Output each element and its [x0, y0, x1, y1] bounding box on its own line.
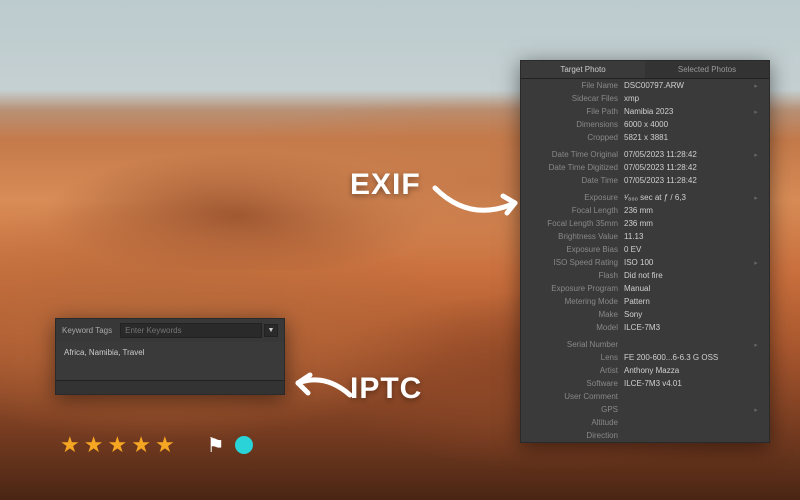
row-gps: GPS▸: [521, 403, 769, 416]
row-cropped: Cropped5821 x 3881: [521, 131, 769, 144]
row-comment: User Comment: [521, 390, 769, 403]
row-metering: Metering ModePattern: [521, 295, 769, 308]
row-date-digitized: Date Time Digitized07/05/2023 11:28:42: [521, 161, 769, 174]
disclosure-icon[interactable]: ▸: [751, 82, 761, 90]
disclosure-icon[interactable]: ▸: [751, 259, 761, 267]
arrow-exif-icon: [430, 178, 530, 233]
disclosure-icon[interactable]: ▸: [751, 341, 761, 349]
row-artist: ArtistAnthony Mazza: [521, 364, 769, 377]
arrow-iptc-icon: [290, 365, 360, 410]
row-direction: Direction: [521, 429, 769, 442]
disclosure-icon[interactable]: ▸: [751, 194, 761, 202]
annotation-iptc-label: IPTC: [350, 372, 422, 406]
panel-footer: [56, 380, 284, 394]
tab-target-photo[interactable]: Target Photo: [521, 61, 645, 78]
exif-metadata-panel: Target Photo Selected Photos File NameDS…: [520, 60, 770, 443]
star-icon[interactable]: ★: [107, 432, 127, 458]
row-program: Exposure ProgramManual: [521, 282, 769, 295]
row-brightness: Brightness Value11.13: [521, 230, 769, 243]
tab-selected-photos[interactable]: Selected Photos: [645, 61, 769, 78]
row-model: ModelILCE-7M3: [521, 321, 769, 334]
row-date-time: Date Time07/05/2023 11:28:42: [521, 174, 769, 187]
row-sidecar: Sidecar Filesxmp: [521, 92, 769, 105]
row-make: MakeSony: [521, 308, 769, 321]
keywords-list[interactable]: Africa, Namibia, Travel: [56, 342, 284, 380]
row-altitude: Altitude: [521, 416, 769, 429]
rating-bar: ★ ★ ★ ★ ★ ⚑: [60, 432, 253, 458]
row-date-original: Date Time Original07/05/2023 11:28:42▸: [521, 148, 769, 161]
iptc-keywords-panel: Keyword Tags ▼ Africa, Namibia, Travel: [55, 318, 285, 395]
star-icon[interactable]: ★: [60, 432, 80, 458]
row-dimensions: Dimensions6000 x 4000: [521, 118, 769, 131]
star-icon[interactable]: ★: [155, 432, 175, 458]
row-file-name: File NameDSC00797.ARW▸: [521, 79, 769, 92]
star-icon[interactable]: ★: [131, 432, 151, 458]
keyword-tags-label: Keyword Tags: [62, 326, 112, 335]
row-flash: FlashDid not fire: [521, 269, 769, 282]
row-focal35: Focal Length 35mm236 mm: [521, 217, 769, 230]
flag-icon[interactable]: ⚑: [207, 433, 225, 458]
disclosure-icon[interactable]: ▸: [751, 108, 761, 116]
row-bias: Exposure Bias0 EV: [521, 243, 769, 256]
row-file-path: File PathNamibia 2023▸: [521, 105, 769, 118]
panel-tabs: Target Photo Selected Photos: [521, 61, 769, 79]
row-software: SoftwareILCE-7M3 v4.01: [521, 377, 769, 390]
row-serial: Serial Number▸: [521, 338, 769, 351]
keywords-dropdown-button[interactable]: ▼: [264, 324, 278, 337]
annotation-exif-label: EXIF: [350, 168, 421, 202]
keywords-input[interactable]: [120, 323, 262, 338]
row-exposure: Exposure¹⁄₈₀₀ sec at ƒ / 6,3▸: [521, 191, 769, 204]
disclosure-icon[interactable]: ▸: [751, 406, 761, 414]
star-icon[interactable]: ★: [84, 432, 104, 458]
disclosure-icon[interactable]: ▸: [751, 151, 761, 159]
color-label-dot[interactable]: [235, 436, 253, 454]
row-focal: Focal Length236 mm: [521, 204, 769, 217]
row-lens: LensFE 200-600...6-6.3 G OSS: [521, 351, 769, 364]
row-iso: ISO Speed RatingISO 100▸: [521, 256, 769, 269]
